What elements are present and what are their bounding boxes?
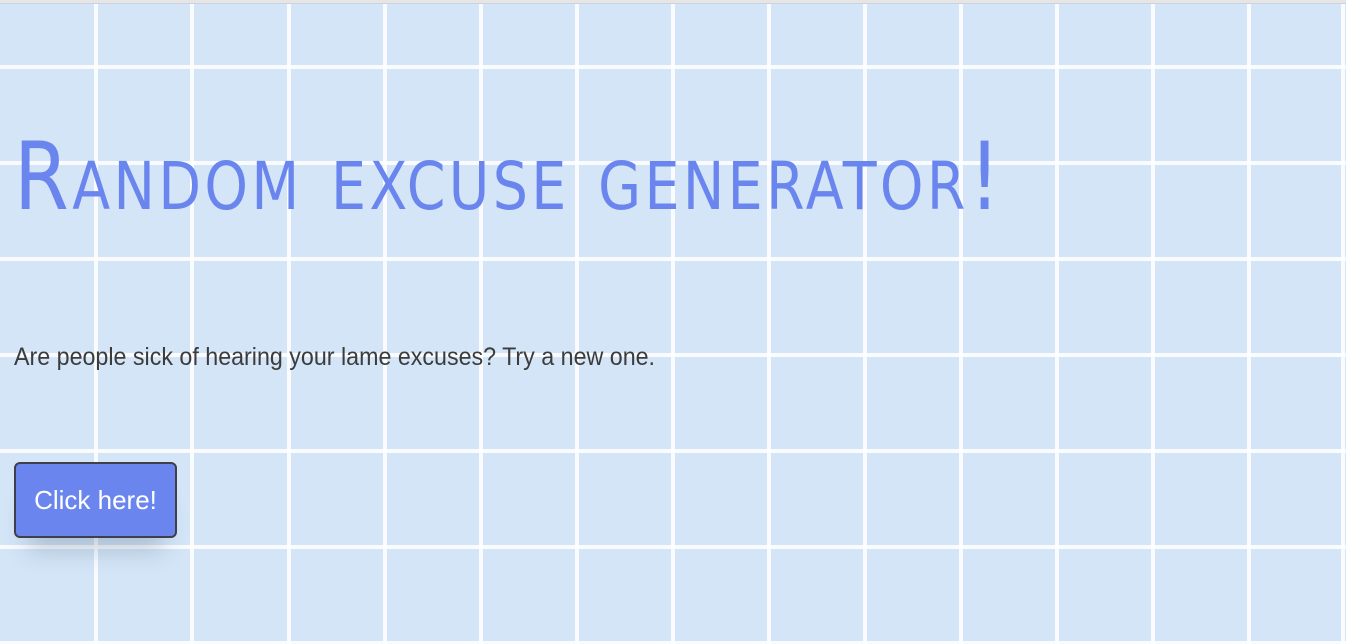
- generate-excuse-button[interactable]: Click here!: [14, 462, 177, 538]
- grid-background: [0, 4, 1346, 644]
- page-title: Random excuse generator!: [14, 123, 1004, 232]
- page-subtitle: Are people sick of hearing your lame exc…: [14, 343, 656, 371]
